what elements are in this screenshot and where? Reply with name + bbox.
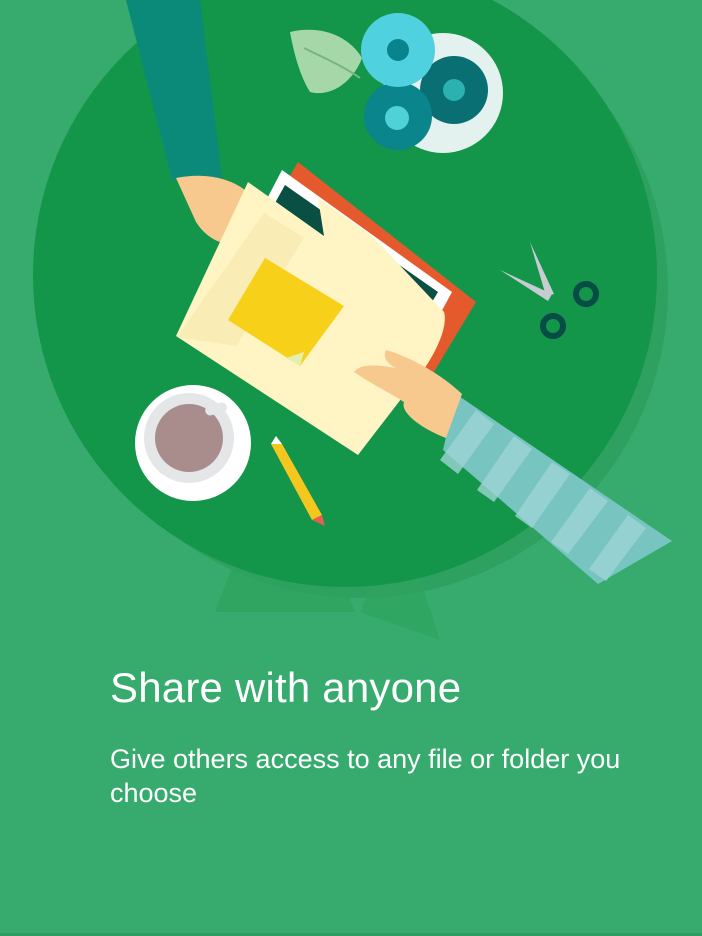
share-illustration — [33, 0, 672, 640]
page-title: Share with anyone — [110, 664, 462, 711]
onboarding-screen: Share with anyone Give others access to … — [0, 0, 702, 936]
page-description: Give others access to any file or folder… — [110, 744, 621, 808]
coffee-cup-icon — [135, 385, 251, 501]
onboarding-text: Share with anyone Give others access to … — [110, 662, 670, 810]
